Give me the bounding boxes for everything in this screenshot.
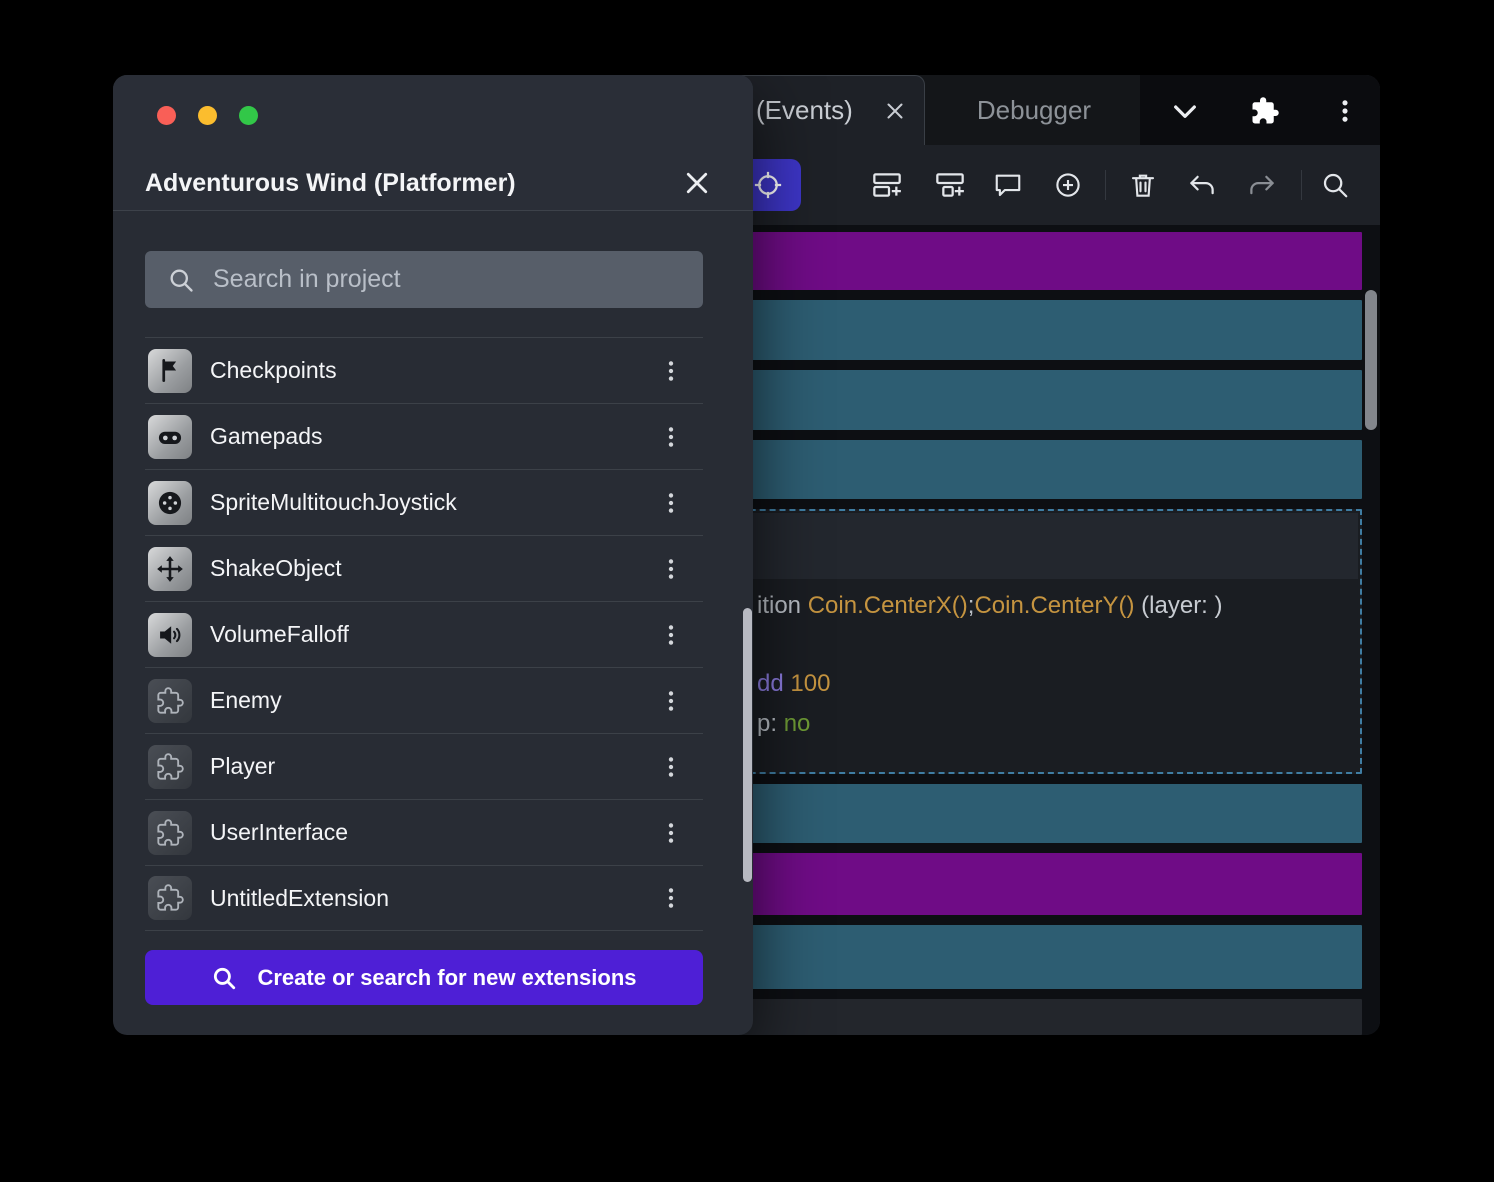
close-window-button[interactable] [157, 106, 176, 125]
speaker-icon [148, 612, 192, 657]
puzzle-icon [148, 876, 192, 920]
chevron-down-icon[interactable] [1165, 91, 1205, 131]
move-icon [148, 546, 192, 591]
extension-row[interactable]: Checkpoints [145, 337, 703, 403]
extension-label: Gamepads [210, 423, 323, 449]
extension-menu-icon[interactable] [653, 485, 689, 521]
joystick-icon [148, 480, 192, 525]
extension-row[interactable]: ShakeObject [145, 535, 703, 601]
search-icon [214, 967, 236, 989]
event-row[interactable] [700, 853, 1362, 916]
project-search-box [145, 251, 703, 308]
toolbar-separator [1301, 170, 1302, 200]
tab-events-label: (Events) [756, 95, 853, 125]
extension-label: UntitledExtension [210, 884, 389, 911]
code-segment: 100 [790, 670, 831, 698]
code-segment: ition [757, 592, 808, 620]
window-controls [157, 106, 258, 125]
add-comment-icon[interactable] [983, 160, 1033, 210]
overflow-menu-icon[interactable] [1325, 91, 1365, 131]
redo-icon[interactable] [1237, 160, 1287, 210]
extension-label: ShakeObject [210, 555, 342, 581]
extensions-puzzle-icon[interactable] [1245, 91, 1285, 131]
search-icon [170, 269, 193, 292]
dialog-close-icon[interactable] [681, 167, 713, 199]
extension-menu-icon[interactable] [653, 419, 689, 455]
extension-menu-icon[interactable] [653, 815, 689, 851]
extension-row[interactable]: Gamepads [145, 403, 703, 469]
extensions-list: Checkpoints Gamepads SpriteMultitouchJoyst… [145, 337, 703, 931]
extensions-dialog: Adventurous Wind (Platformer) Checkpoint… [113, 75, 753, 1035]
extension-label: Checkpoints [210, 357, 337, 383]
selected-event[interactable]: ition Coin.CenterX();Coin.CenterY() (lay… [700, 509, 1362, 774]
screen: (Events) Debugger ition Coin.CenterX();C… [0, 0, 1494, 1182]
event-row[interactable] [700, 999, 1362, 1035]
dialog-title: Adventurous Wind (Platformer) [145, 169, 516, 197]
tab-debugger[interactable]: Debugger [928, 75, 1140, 145]
event-row[interactable] [700, 783, 1362, 844]
extension-label: UserInterface [210, 819, 349, 845]
event-row[interactable] [700, 925, 1362, 990]
dialog-scrollbar-thumb[interactable] [743, 608, 752, 882]
event-action-line[interactable]: dd 100 [704, 669, 1358, 699]
events-sheet: ition Coin.CenterX();Coin.CenterY() (lay… [700, 225, 1380, 1035]
event-row[interactable] [700, 369, 1362, 430]
extension-menu-icon[interactable] [653, 353, 689, 389]
undo-icon[interactable] [1177, 160, 1227, 210]
event-conditions-area[interactable] [704, 513, 1358, 580]
zoom-window-button[interactable] [239, 106, 258, 125]
extension-menu-icon[interactable] [653, 617, 689, 653]
extension-label: SpriteMultitouchJoystick [210, 489, 457, 515]
tabbar-controls [1140, 75, 1380, 145]
event-row[interactable] [700, 232, 1362, 290]
events-toolbar [700, 145, 1380, 225]
event-row[interactable] [700, 299, 1362, 360]
extension-row[interactable]: SpriteMultitouchJoystick [145, 469, 703, 535]
event-row[interactable] [700, 439, 1362, 500]
cta-label: Create or search for new extensions [257, 964, 637, 990]
code-segment: no [783, 710, 811, 738]
extension-label: Enemy [210, 687, 282, 713]
delete-icon[interactable] [1118, 160, 1168, 210]
tab-debugger-label: Debugger [976, 94, 1092, 125]
search-events-icon[interactable] [1310, 160, 1360, 210]
code-segment: (layer: ) [1134, 592, 1223, 620]
puzzle-icon [148, 678, 192, 723]
add-circle-icon[interactable] [1043, 160, 1093, 210]
create-search-extensions-button[interactable]: Create or search for new extensions [145, 950, 703, 1005]
extension-menu-icon[interactable] [653, 880, 689, 916]
extension-label: Player [210, 753, 276, 779]
code-segment: Coin.CenterX() [807, 592, 968, 620]
add-subevent-icon[interactable] [925, 160, 975, 210]
code-segment: Coin.CenterY() [974, 592, 1135, 620]
extension-menu-icon[interactable] [653, 749, 689, 785]
minimize-window-button[interactable] [198, 106, 217, 125]
extension-row[interactable]: UserInterface [145, 799, 703, 865]
dialog-header: Adventurous Wind (Platformer) [113, 75, 753, 211]
extension-row[interactable]: VolumeFalloff [145, 601, 703, 667]
extension-row[interactable]: Enemy [145, 667, 703, 733]
extension-menu-icon[interactable] [653, 551, 689, 587]
editor-scrollbar-thumb[interactable] [1365, 290, 1377, 430]
tab-bar: (Events) Debugger [700, 75, 1380, 145]
extension-row[interactable]: Player [145, 733, 703, 799]
flag-icon [148, 348, 192, 393]
add-event-icon[interactable] [862, 160, 912, 210]
tab-close-icon[interactable] [882, 98, 908, 124]
gamepad-icon [148, 414, 192, 459]
toolbar-separator [1105, 170, 1106, 200]
code-segment: p: [757, 710, 784, 738]
event-action-line[interactable]: ition Coin.CenterX();Coin.CenterY() (lay… [704, 591, 1358, 621]
search-input[interactable] [195, 251, 703, 308]
extension-label: VolumeFalloff [210, 621, 349, 647]
puzzle-icon [148, 810, 192, 855]
extension-row[interactable]: UntitledExtension [145, 865, 703, 931]
extension-menu-icon[interactable] [653, 683, 689, 719]
editor-window: (Events) Debugger ition Coin.CenterX();C… [700, 75, 1380, 1035]
event-action-line[interactable]: p: no [704, 709, 1358, 739]
code-segment: dd [757, 670, 791, 698]
puzzle-icon [148, 744, 192, 789]
